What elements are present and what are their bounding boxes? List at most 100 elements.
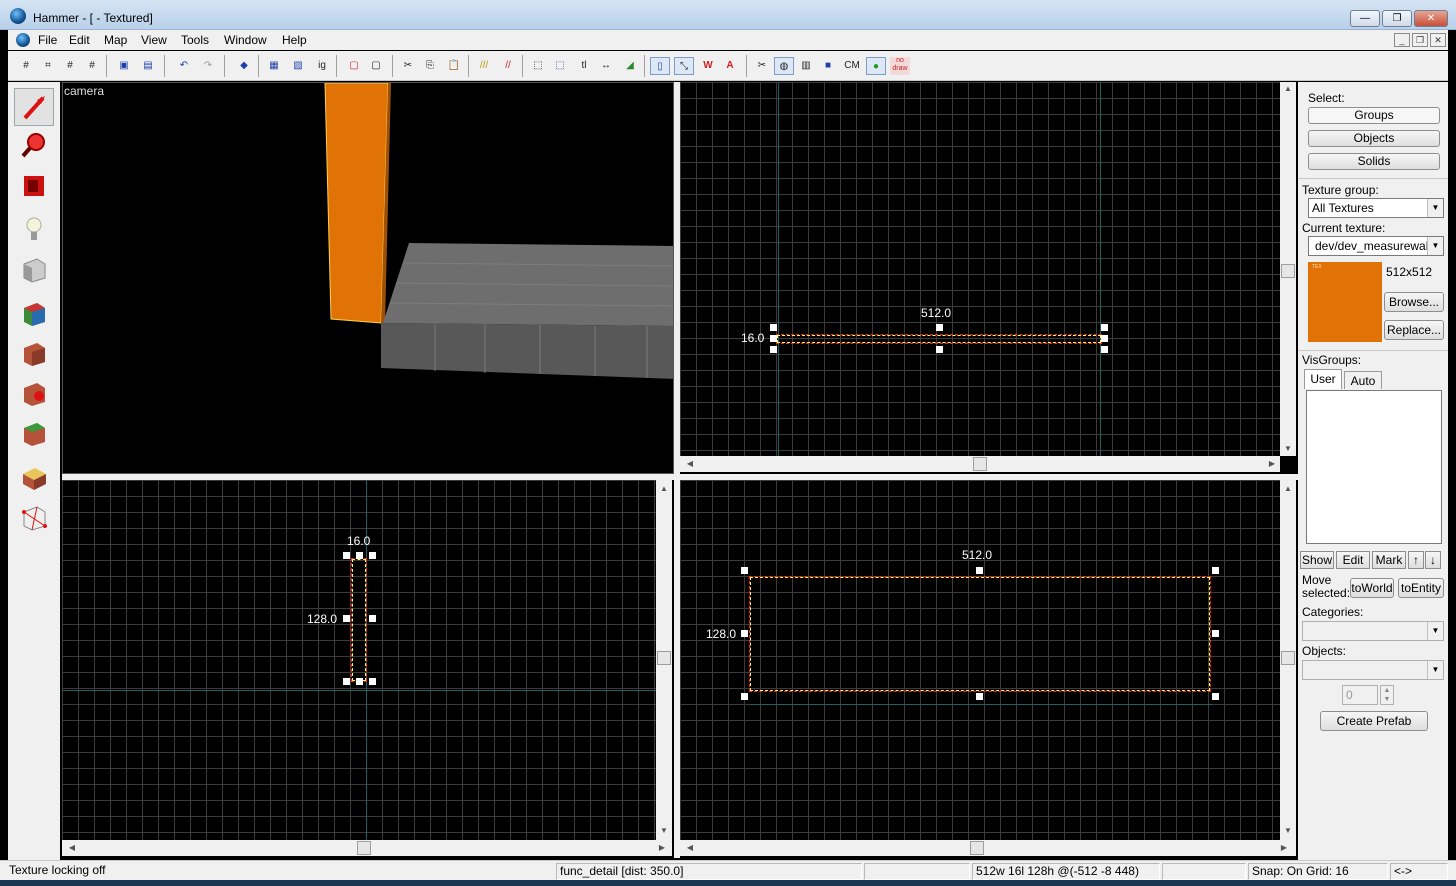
replace-texture-button[interactable]: Replace... [1384, 320, 1444, 340]
scroll-left-icon[interactable]: ◀ [682, 843, 698, 852]
scroll-up-icon[interactable]: ▲ [1280, 484, 1296, 493]
tl-button[interactable]: tl [574, 57, 594, 75]
mdi-close-button[interactable]: ✕ [1430, 33, 1446, 47]
nodraw-button[interactable]: no draw [890, 57, 910, 75]
ignore-groups-button[interactable]: ig [312, 57, 332, 75]
front-2d-viewport[interactable]: 512.0 128.0 [680, 480, 1280, 840]
magnify-tool-icon[interactable] [14, 126, 54, 164]
box-icon[interactable]: ▢ [344, 57, 364, 75]
scroll-right-icon[interactable]: ▶ [654, 843, 670, 852]
grid-smaller-icon[interactable]: # [60, 57, 80, 75]
categories-select[interactable]: ▼ [1302, 621, 1444, 641]
spinner-arrows-icon[interactable]: ▲ ▼ [1380, 685, 1394, 705]
apply-texture-icon[interactable] [14, 334, 54, 372]
grid-larger-icon[interactable]: # [82, 57, 102, 75]
cm-button[interactable]: CM [842, 57, 862, 75]
vertex-tool-icon[interactable] [14, 498, 54, 536]
clipping-tool-icon[interactable] [14, 458, 54, 496]
document-icon[interactable] [16, 33, 30, 47]
create-prefab-button[interactable]: Create Prefab [1320, 711, 1428, 731]
copy-icon[interactable]: ⎘ [420, 57, 440, 75]
scroll-up-icon[interactable]: ▲ [1280, 84, 1296, 93]
visgroups-mark-button[interactable]: Mark [1372, 551, 1406, 569]
decals-icon[interactable]: ▯ [650, 57, 670, 75]
browse-texture-button[interactable]: Browse... [1384, 292, 1444, 312]
texture-lock-icon[interactable]: /// [474, 57, 494, 75]
object-count-spinner[interactable]: 0 [1342, 685, 1378, 705]
to-world-button[interactable]: toWorld [1350, 578, 1394, 598]
top-viewport-vscroll[interactable]: ▲ ▼ [1280, 82, 1296, 456]
entity-tool-icon[interactable] [14, 210, 54, 248]
carve-icon[interactable]: ▣ [114, 57, 134, 75]
menu-window[interactable]: Window [224, 33, 267, 47]
grid-3d-icon[interactable]: ⌗ [38, 57, 58, 75]
sphere-icon[interactable]: ◍ [774, 57, 794, 75]
scroll-up-icon[interactable]: ▲ [656, 484, 672, 493]
visgroups-tab-user[interactable]: User [1304, 369, 1342, 389]
camera-viewport[interactable]: camera [62, 82, 674, 474]
hide-unselected-icon[interactable]: ▧ [288, 57, 308, 75]
tw-icon[interactable]: W [698, 57, 718, 75]
selected-brush-side[interactable] [351, 558, 367, 682]
wireframe-icon[interactable]: ▥ [796, 57, 816, 75]
objects-select[interactable]: ▼ [1302, 660, 1444, 680]
visgroups-tab-auto[interactable]: Auto [1344, 371, 1382, 389]
box-outline-icon[interactable]: ▢ [366, 57, 386, 75]
scroll-left-icon[interactable]: ◀ [682, 459, 698, 468]
grid-toggle-icon[interactable]: # [16, 57, 36, 75]
selected-brush-front[interactable] [749, 576, 1211, 692]
scroll-left-icon[interactable]: ◀ [64, 843, 80, 852]
block-tool-icon[interactable] [14, 250, 54, 288]
menu-view[interactable]: View [141, 33, 167, 47]
overlay-tool-icon[interactable] [14, 414, 54, 452]
select-solids-button[interactable]: Solids [1308, 153, 1440, 170]
hollow-icon[interactable]: ▤ [138, 57, 158, 75]
select-objects-button[interactable]: Objects [1308, 130, 1440, 147]
front-viewport-vscroll[interactable]: ▲ ▼ [1280, 480, 1296, 840]
current-texture-select[interactable]: dev/dev_measurewall0 ▼ [1308, 236, 1444, 256]
cube-icon[interactable]: ■ [818, 57, 838, 75]
select-groups-button[interactable]: Groups [1308, 107, 1440, 124]
side-viewport-vscroll[interactable]: ▲ ▼ [656, 480, 672, 840]
top-2d-viewport[interactable]: 512.0 16.0 [680, 82, 1280, 456]
maximize-button[interactable]: ❐ [1382, 10, 1412, 27]
texture-tool-icon[interactable] [14, 294, 54, 332]
scroll-right-icon[interactable]: ▶ [1264, 459, 1280, 468]
scroll-down-icon[interactable]: ▼ [1280, 444, 1296, 453]
texture-group-select[interactable]: All Textures ▼ [1308, 198, 1444, 218]
hide-selected-icon[interactable]: ▦ [264, 57, 284, 75]
undo-icon[interactable]: ↶ [174, 57, 194, 75]
side-viewport-hscroll[interactable]: ◀ ▶ [62, 840, 672, 856]
move-down-arrow-icon[interactable]: ↓ [1425, 551, 1441, 569]
texture-scale-lock-icon[interactable]: // [498, 57, 518, 75]
menu-map[interactable]: Map [104, 33, 127, 47]
visgroups-edit-button[interactable]: Edit [1336, 551, 1370, 569]
menu-file[interactable]: File [38, 33, 57, 47]
close-button[interactable]: ✕ [1414, 10, 1448, 27]
menu-edit[interactable]: Edit [69, 33, 90, 47]
top-viewport-hscroll[interactable]: ◀ ▶ [680, 456, 1280, 472]
visgroups-list[interactable] [1306, 390, 1442, 544]
select-box-icon[interactable]: ⬚ [528, 57, 548, 75]
camera-tool-icon[interactable] [14, 166, 54, 204]
scroll-down-icon[interactable]: ▼ [656, 826, 672, 835]
group-icon[interactable]: ◆ [234, 57, 254, 75]
selected-brush-top[interactable] [776, 334, 1102, 344]
select-object-icon[interactable]: ⬚ [550, 57, 570, 75]
menu-help[interactable]: Help [282, 33, 307, 47]
minimize-button[interactable]: — [1350, 10, 1380, 27]
leaf-icon[interactable]: ● [866, 57, 886, 75]
flip-icon[interactable]: ↔ [596, 57, 616, 75]
cordon-icon[interactable]: ⤡ [674, 57, 694, 75]
mirror-icon[interactable]: ◢ [620, 57, 640, 75]
scroll-right-icon[interactable]: ▶ [1276, 843, 1292, 852]
mdi-restore-button[interactable]: ❐ [1412, 33, 1428, 47]
decal-tool-icon[interactable] [14, 374, 54, 412]
front-viewport-hscroll[interactable]: ◀ ▶ [680, 840, 1296, 856]
menu-tools[interactable]: Tools [181, 33, 209, 47]
model-icon[interactable]: ✂ [752, 57, 772, 75]
paste-icon[interactable]: 📋 [444, 57, 464, 75]
to-entity-button[interactable]: toEntity [1398, 578, 1444, 598]
cut-icon[interactable]: ✂ [398, 57, 418, 75]
scroll-down-icon[interactable]: ▼ [1280, 826, 1296, 835]
